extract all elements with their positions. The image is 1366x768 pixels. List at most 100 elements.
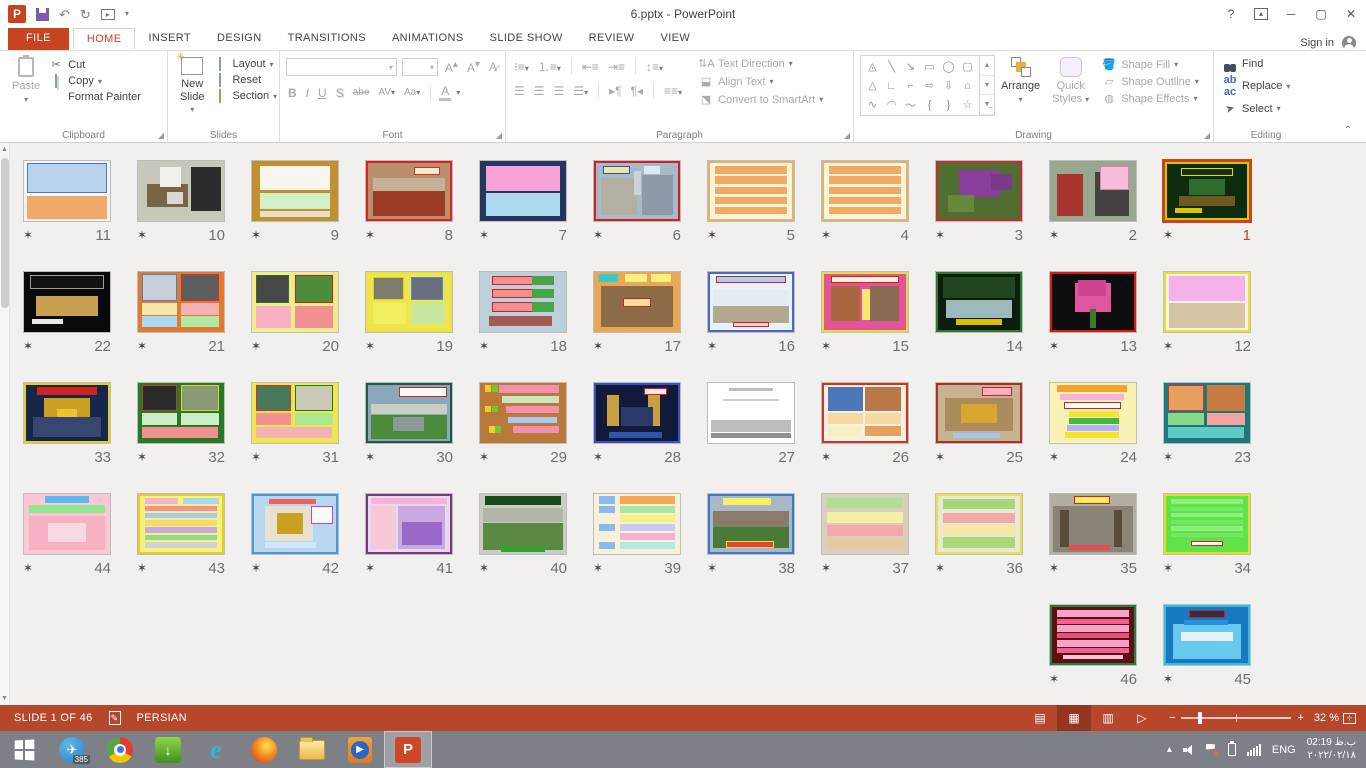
shapes-gallery-scrollbar[interactable]: ▲▼▼̲ xyxy=(979,56,994,115)
slide-thumbnail-37[interactable] xyxy=(821,493,909,555)
select-button[interactable]: ➤Select▾ xyxy=(1222,102,1290,115)
animation-star-icon[interactable]: ✶ xyxy=(935,561,949,575)
tab-animations[interactable]: ANIMATIONS xyxy=(379,28,477,50)
slide-thumbnail-29[interactable] xyxy=(479,382,567,444)
slide-thumbnail-1[interactable] xyxy=(1163,160,1251,222)
increase-indent-button[interactable]: ⇥≡ xyxy=(606,60,627,74)
user-avatar-icon[interactable] xyxy=(1342,36,1356,50)
shape-glyph-16[interactable]: } xyxy=(947,99,951,111)
shape-effects-button[interactable]: ◍Shape Effects▾ xyxy=(1101,92,1199,105)
animation-star-icon[interactable]: ✶ xyxy=(23,228,37,242)
shrink-font-button[interactable]: A▾ xyxy=(465,59,482,75)
ltr-direction-button[interactable]: ▸¶ xyxy=(607,84,623,98)
italic-button[interactable]: I xyxy=(304,86,311,100)
convert-smartart-button[interactable]: ⬔Convert to SmartArt▾ xyxy=(698,93,823,106)
strikethrough-button[interactable]: abe xyxy=(351,87,372,98)
slide-thumbnail-5[interactable] xyxy=(707,160,795,222)
animation-star-icon[interactable]: ✶ xyxy=(707,228,721,242)
animation-star-icon[interactable]: ✶ xyxy=(1163,450,1177,464)
slide-thumbnail-46[interactable] xyxy=(1049,604,1137,666)
shape-glyph-9[interactable]: ⇨ xyxy=(925,79,934,92)
reset-button[interactable]: Reset xyxy=(212,74,277,86)
action-center-flag-icon[interactable] xyxy=(1206,744,1217,756)
animation-star-icon[interactable]: ✶ xyxy=(23,339,37,353)
slide-thumbnail-17[interactable] xyxy=(593,271,681,333)
slide-thumbnail-9[interactable] xyxy=(251,160,339,222)
undo-icon[interactable]: ↶ xyxy=(59,8,70,21)
text-shadow-button[interactable]: S xyxy=(334,86,346,100)
new-slide-button[interactable]: NewSlide ▾ xyxy=(174,55,210,118)
animation-star-icon[interactable]: ✶ xyxy=(137,339,151,353)
change-case-button[interactable]: Aa▾ xyxy=(402,87,422,98)
arrange-button[interactable]: Arrange▾ xyxy=(995,55,1046,107)
slide-thumbnail-38[interactable] xyxy=(707,493,795,555)
animation-star-icon[interactable]: ✶ xyxy=(935,228,949,242)
animation-star-icon[interactable]: ✶ xyxy=(251,561,265,575)
align-right-button[interactable]: ☰ xyxy=(552,84,567,98)
zoom-percentage[interactable]: 32 % xyxy=(1314,712,1339,724)
clear-formatting-button[interactable]: A̷ xyxy=(487,60,499,74)
taskbar-app-firefox[interactable] xyxy=(240,731,288,768)
fit-to-window-button[interactable]: ⊹ xyxy=(1343,713,1356,724)
network-signal-icon[interactable] xyxy=(1247,744,1261,756)
find-button[interactable]: Find xyxy=(1222,58,1290,70)
animation-star-icon[interactable]: ✶ xyxy=(593,561,607,575)
text-direction-button[interactable]: ⇅AText Direction▾ xyxy=(698,57,823,70)
slide-thumbnail-27[interactable] xyxy=(707,382,795,444)
animation-star-icon[interactable]: ✶ xyxy=(821,450,835,464)
scroll-up-icon[interactable]: ▲ xyxy=(1,143,8,156)
zoom-slider[interactable] xyxy=(1181,717,1291,719)
font-name-combo[interactable]: ▾ xyxy=(286,58,397,76)
slide-thumbnail-43[interactable] xyxy=(137,493,225,555)
input-language-indicator[interactable]: ENG xyxy=(1272,744,1296,756)
slide-thumbnail-14[interactable] xyxy=(935,271,1023,333)
animation-star-icon[interactable]: ✶ xyxy=(935,450,949,464)
tab-review[interactable]: REVIEW xyxy=(576,28,648,50)
slide-thumbnail-13[interactable] xyxy=(1049,271,1137,333)
save-icon[interactable] xyxy=(36,8,49,21)
tab-view[interactable]: VIEW xyxy=(647,28,703,50)
redo-icon[interactable]: ↻ xyxy=(80,8,91,21)
shape-glyph-3[interactable]: ▭ xyxy=(924,60,934,73)
rtl-direction-button[interactable]: ¶◂ xyxy=(629,84,645,98)
animation-star-icon[interactable]: ✶ xyxy=(365,228,379,242)
maximize-button[interactable]: ▢ xyxy=(1306,0,1336,28)
tab-home[interactable]: HOME xyxy=(73,28,136,50)
scroll-down-icon[interactable]: ▼ xyxy=(1,692,8,705)
animation-star-icon[interactable]: ✶ xyxy=(821,228,835,242)
proofing-icon[interactable]: ✎ xyxy=(109,711,121,725)
shape-glyph-6[interactable]: △ xyxy=(868,79,876,92)
animation-star-icon[interactable]: ✶ xyxy=(479,450,493,464)
font-color-button[interactable]: A xyxy=(439,84,451,101)
animation-star-icon[interactable]: ✶ xyxy=(365,561,379,575)
volume-icon[interactable] xyxy=(1183,745,1195,755)
slide-thumbnail-41[interactable] xyxy=(365,493,453,555)
sign-in-link[interactable]: Sign in xyxy=(1300,37,1334,49)
numbering-button[interactable]: ⒈≡▾ xyxy=(536,58,563,75)
slide-thumbnail-12[interactable] xyxy=(1163,271,1251,333)
animation-star-icon[interactable]: ✶ xyxy=(251,450,265,464)
slide-thumbnail-10[interactable] xyxy=(137,160,225,222)
bold-button[interactable]: B xyxy=(286,86,299,100)
line-spacing-button[interactable]: ↕≡▾ xyxy=(644,60,665,74)
slide-thumbnail-23[interactable] xyxy=(1163,382,1251,444)
animation-star-icon[interactable]: ✶ xyxy=(1049,672,1063,686)
slide-thumbnail-2[interactable] xyxy=(1049,160,1137,222)
shape-glyph-10[interactable]: ⇩ xyxy=(944,79,953,92)
slide-thumbnail-22[interactable] xyxy=(23,271,111,333)
slide-thumbnail-19[interactable] xyxy=(365,271,453,333)
grow-font-button[interactable]: A▴ xyxy=(443,59,460,75)
shape-glyph-12[interactable]: ∿ xyxy=(868,98,877,111)
cut-button[interactable]: ✂Cut xyxy=(48,58,141,71)
animation-star-icon[interactable]: ✶ xyxy=(23,561,37,575)
power-icon[interactable] xyxy=(1228,743,1236,756)
replace-button[interactable]: abacReplace▾ xyxy=(1222,74,1290,98)
slide-thumbnail-25[interactable] xyxy=(935,382,1023,444)
slide-thumbnail-8[interactable] xyxy=(365,160,453,222)
zoom-in-button[interactable]: + xyxy=(1297,712,1303,724)
start-button[interactable] xyxy=(0,731,48,768)
section-button[interactable]: Section▾ xyxy=(212,90,277,102)
animation-star-icon[interactable]: ✶ xyxy=(137,450,151,464)
font-dialog-launcher[interactable]: ◢ xyxy=(496,131,502,140)
slide-thumbnail-40[interactable] xyxy=(479,493,567,555)
